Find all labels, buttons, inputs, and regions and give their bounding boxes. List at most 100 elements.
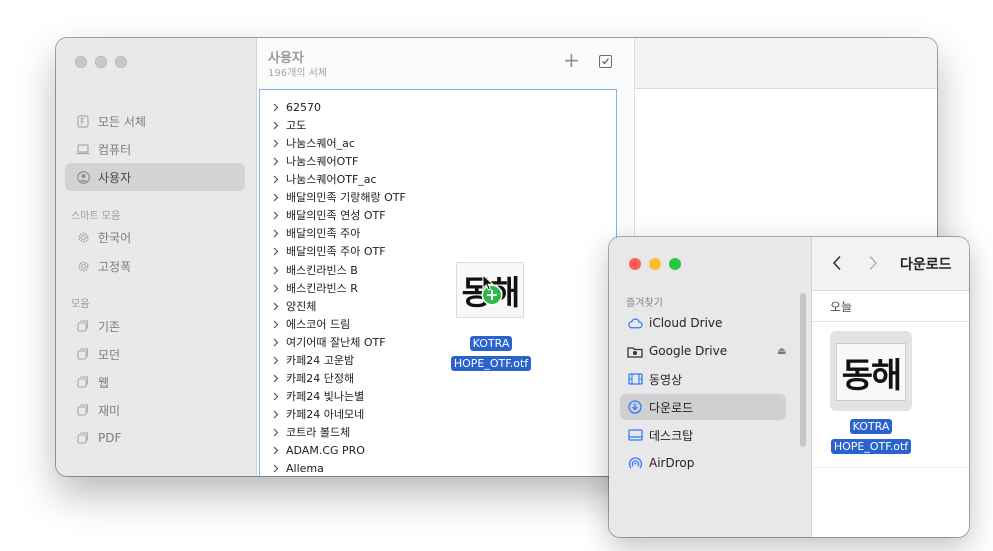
file-label[interactable]: KOTRA HOPE_OTF.otf xyxy=(827,415,915,455)
preview-toolbar xyxy=(635,38,937,89)
file-name-line2: HOPE_OTF.otf xyxy=(830,439,912,454)
font-name: 배달의민족 기랑해랑 OTF xyxy=(286,191,406,204)
sidebar-item-korean[interactable]: 한국어 xyxy=(65,223,245,251)
font-row[interactable]: 나눔스퀘어OTF xyxy=(260,152,358,170)
minimize-button[interactable] xyxy=(95,56,107,68)
sidebar-item-classic[interactable]: 기존 xyxy=(65,312,245,340)
chevron-right-icon[interactable] xyxy=(273,175,283,184)
chevron-right-icon[interactable] xyxy=(273,284,283,293)
sidebar-item-computer[interactable]: 컴퓨터 xyxy=(65,135,245,163)
drive-icon xyxy=(627,344,643,358)
font-name: 카페24 고운밤 xyxy=(286,354,355,367)
chevron-right-icon[interactable] xyxy=(273,157,283,166)
chevron-right-icon[interactable] xyxy=(273,356,283,365)
sidebar-item-modern[interactable]: 모던 xyxy=(65,340,245,368)
add-font-button[interactable]: + xyxy=(563,50,580,70)
eject-icon[interactable]: ⏏ xyxy=(777,346,786,357)
close-button[interactable] xyxy=(75,56,87,68)
zoom-button[interactable] xyxy=(115,56,127,68)
font-name: 배달의민족 연성 OTF xyxy=(286,209,386,222)
chevron-right-icon[interactable] xyxy=(273,410,283,419)
smart-collections-header: 스마트 모음 xyxy=(71,211,121,222)
font-row[interactable]: 여기어때 잘난체 OTF xyxy=(260,333,386,351)
chevron-right-icon[interactable] xyxy=(273,464,283,473)
font-row[interactable]: 배스킨라빈스 B xyxy=(260,261,358,279)
dragged-file[interactable]: 동해 + KOTRA HOPE_OTF.otf xyxy=(446,262,536,371)
collection-icon xyxy=(76,403,90,417)
font-row[interactable]: 카페24 고운밤 xyxy=(260,351,354,369)
font-name: 62570 xyxy=(286,100,321,114)
chevron-right-icon[interactable] xyxy=(273,446,283,455)
finder-toolbar: 다운로드 xyxy=(812,237,969,291)
font-icon xyxy=(76,114,90,128)
chevron-right-icon[interactable] xyxy=(273,392,283,401)
font-row[interactable]: 양진체 xyxy=(260,297,316,315)
laptop-icon xyxy=(76,142,90,156)
sidebar-item-pdf[interactable]: PDF xyxy=(65,424,245,452)
chevron-right-icon[interactable] xyxy=(273,247,283,256)
user-icon xyxy=(76,170,90,184)
font-row[interactable]: 카페24 빛나는별 xyxy=(260,387,364,405)
sidebar-item-icloud-drive[interactable]: iCloud Drive xyxy=(620,310,786,336)
font-row[interactable]: 나눔스퀘어OTF_ac xyxy=(260,170,377,188)
zoom-button[interactable] xyxy=(669,258,681,270)
favorite-label: 동영상 xyxy=(649,372,683,387)
font-row[interactable]: 나눔스퀘어_ac xyxy=(260,134,355,152)
font-name: 나눔스퀘어OTF_ac xyxy=(286,173,377,186)
back-button[interactable] xyxy=(832,252,842,276)
sidebar-item-movies[interactable]: 동영상 xyxy=(620,366,786,392)
sidebar-item-airdrop[interactable]: AirDrop xyxy=(620,450,786,476)
font-row[interactable]: 에스코어 드림 xyxy=(260,315,350,333)
favorite-label: Google Drive xyxy=(649,344,728,358)
sidebar-item-web[interactable]: 웹 xyxy=(65,368,245,396)
font-row[interactable]: 배달의민족 연성 OTF xyxy=(260,206,386,224)
chevron-right-icon[interactable] xyxy=(273,374,283,383)
validate-fonts-button[interactable] xyxy=(599,55,612,68)
chevron-right-icon[interactable] xyxy=(273,302,283,311)
font-row[interactable]: 배스킨라빈스 R xyxy=(260,279,358,297)
favorite-label: iCloud Drive xyxy=(649,316,723,330)
font-row[interactable]: 코트라 볼드체 xyxy=(260,423,350,441)
forward-button[interactable] xyxy=(868,252,878,276)
favorite-label: 데스크탑 xyxy=(649,428,694,443)
collection-icon xyxy=(76,431,90,445)
sidebar-item-downloads[interactable]: 다운로드 xyxy=(620,394,786,420)
font-row[interactable]: 고도 xyxy=(260,116,306,134)
font-row[interactable]: 배달의민족 주아 xyxy=(260,224,360,242)
chevron-right-icon[interactable] xyxy=(273,266,283,275)
chevron-right-icon[interactable] xyxy=(273,428,283,437)
font-row[interactable]: 배달의민족 기랑해랑 OTF xyxy=(260,188,406,206)
file-thumbnail[interactable]: 동해 xyxy=(836,343,906,401)
font-row[interactable]: 62570 xyxy=(260,98,321,116)
chevron-right-icon[interactable] xyxy=(273,193,283,202)
finder-sidebar-scrollbar[interactable] xyxy=(800,293,806,447)
sidebar-item-all-fonts[interactable]: 모든 서체 xyxy=(65,107,245,135)
font-row[interactable]: ADAM.CG PRO xyxy=(260,441,365,459)
font-row[interactable]: 카페24 단정해 xyxy=(260,369,354,387)
chevron-right-icon[interactable] xyxy=(273,139,283,148)
close-button[interactable] xyxy=(629,258,641,270)
font-name: 나눔스퀘어OTF xyxy=(286,155,359,168)
desktop-icon xyxy=(627,428,643,442)
chevron-right-icon[interactable] xyxy=(273,121,283,130)
font-name: 에스코어 드림 xyxy=(286,318,351,331)
font-row[interactable]: Allema xyxy=(260,459,324,476)
cloud-icon xyxy=(627,316,643,330)
sidebar-item-fun[interactable]: 재미 xyxy=(65,396,245,424)
chevron-right-icon[interactable] xyxy=(273,338,283,347)
sidebar-item-user[interactable]: 사용자 xyxy=(65,163,245,191)
chevron-right-icon[interactable] xyxy=(273,211,283,220)
minimize-button[interactable] xyxy=(649,258,661,270)
finder-content: 다운로드 오늘 동해 KOTRA HOPE_OTF.otf xyxy=(812,237,969,537)
font-name: 고도 xyxy=(286,119,307,132)
collection-icon xyxy=(76,375,90,389)
font-row[interactable]: 배달의민족 주아 OTF xyxy=(260,242,386,260)
font-row[interactable]: 카페24 아네모네 xyxy=(260,405,364,423)
chevron-right-icon[interactable] xyxy=(273,320,283,329)
sidebar-item-desktop[interactable]: 데스크탑 xyxy=(620,422,786,448)
font-list[interactable]: 62570 고도 나눔스퀘어_ac 나눔스퀘어OTF 나눔스퀘어OTF_ac 배… xyxy=(259,89,617,476)
sidebar-item-google-drive[interactable]: Google Drive ⏏ xyxy=(620,338,786,364)
chevron-right-icon[interactable] xyxy=(273,103,283,112)
sidebar-item-monospace[interactable]: 고정폭 xyxy=(65,252,245,280)
chevron-right-icon[interactable] xyxy=(273,229,283,238)
